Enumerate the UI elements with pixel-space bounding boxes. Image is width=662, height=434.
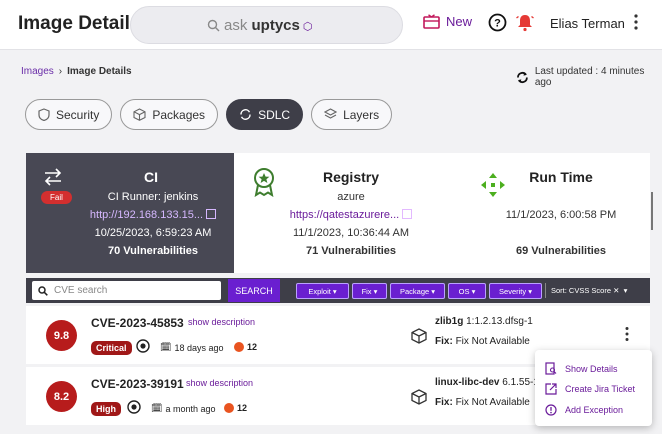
breadcrumb-separator: › xyxy=(58,66,63,77)
show-description-link[interactable]: show description xyxy=(188,317,255,327)
top-bar: Image Details ask uptycs ⬡ New ? Elias T… xyxy=(0,0,662,50)
fix-filter[interactable]: Fix ▾ xyxy=(352,283,387,299)
ci-runner: CI Runner: jenkins xyxy=(107,191,199,203)
runtime-timestamp: 11/1/2023, 6:00:58 PM xyxy=(505,209,617,221)
refresh-icon[interactable] xyxy=(516,71,529,84)
cve-search-input[interactable]: CVE search xyxy=(32,281,221,300)
search-icon xyxy=(207,19,220,32)
tab-security[interactable]: Security xyxy=(25,99,113,130)
alert-icon xyxy=(545,404,557,416)
tab-layers[interactable]: Layers xyxy=(311,99,393,130)
tab-sdlc[interactable]: SDLC xyxy=(226,99,304,130)
registry-timestamp: 11/1/2023, 10:36:44 AM xyxy=(293,227,409,239)
breadcrumb-current: Image Details xyxy=(67,66,132,77)
runtime-panel: Run Time 11/1/2023, 6:00:58 PM 69 Vulner… xyxy=(446,153,646,273)
package-name: zlib1g 1:1.2.13.dfsg-1 xyxy=(435,316,533,327)
exploit-icon xyxy=(136,339,150,353)
registry-provider: azure xyxy=(337,191,365,203)
tab-bar: Security Packages SDLC Layers xyxy=(25,99,393,130)
details-icon xyxy=(545,362,557,375)
exploit-filter[interactable]: Exploit ▾ xyxy=(296,283,349,299)
ci-title: CI xyxy=(144,169,158,185)
search-placeholder: ask uptycs ⬡ xyxy=(224,17,313,34)
package-filter[interactable]: Package ▾ xyxy=(390,283,445,299)
ci-vulnerabilities: 70 Vulnerabilities xyxy=(107,245,199,257)
ci-timestamp: 10/25/2023, 6:59:23 AM xyxy=(94,227,212,239)
page-title: Image Details xyxy=(18,13,141,34)
package-name: linux-libc-dev 6.1.55-1 xyxy=(435,377,539,388)
tab-packages[interactable]: Packages xyxy=(120,99,219,130)
row-menu-icon[interactable] xyxy=(625,326,629,342)
last-updated: Last updated : 4 minutes ago xyxy=(516,66,662,88)
brand-logo-icon: ⬡ xyxy=(299,21,313,33)
registry-title: Registry xyxy=(322,169,380,185)
breadcrumb-images-link[interactable]: Images xyxy=(21,66,54,77)
runtime-vulnerabilities: 69 Vulnerabilities xyxy=(515,245,607,257)
show-description-link[interactable]: show description xyxy=(186,378,253,388)
cvss-score-badge: 9.8 xyxy=(46,320,77,351)
cve-id: CVE-2023-45853 xyxy=(91,316,184,330)
package-icon xyxy=(411,328,427,344)
os-filter[interactable]: OS ▾ xyxy=(448,283,486,299)
new-button[interactable]: New xyxy=(423,14,472,29)
menu-item-add-exception[interactable]: Add Exception xyxy=(545,404,623,416)
ci-panel: CI Fail CI Runner: jenkins http://192.16… xyxy=(26,153,234,273)
sdlc-card: CI Fail CI Runner: jenkins http://192.16… xyxy=(26,153,650,273)
ubuntu-icon xyxy=(224,403,234,413)
bell-icon[interactable] xyxy=(515,12,535,33)
search-button[interactable]: SEARCH xyxy=(228,279,280,302)
registry-url-link[interactable]: https://qatestazurere... xyxy=(266,209,436,221)
menu-item-create-jira[interactable]: Create Jira Ticket xyxy=(545,383,635,395)
ubuntu-icon xyxy=(234,342,244,352)
severity-badge: Critical xyxy=(91,341,132,355)
filter-bar: CVE search SEARCH Exploit ▾ Fix ▾ Packag… xyxy=(26,278,650,303)
ask-search-bar[interactable]: ask uptycs ⬡ xyxy=(130,6,403,44)
age-meta: 🗓 a month ago xyxy=(151,403,216,414)
menu-item-show-details[interactable]: Show Details xyxy=(545,362,618,375)
cvss-score-badge: 8.2 xyxy=(46,381,77,412)
card-scrollbar[interactable] xyxy=(651,192,653,230)
external-link-icon xyxy=(545,383,557,395)
package-icon xyxy=(133,108,146,121)
sort-control[interactable]: Sort: CVSS Score ✕ ▾ xyxy=(551,286,627,295)
package-icon xyxy=(411,389,427,405)
fix-status: Fix: Fix Not Available xyxy=(435,336,530,347)
row-actions-menu: Show Details Create Jira Ticket Add Exce… xyxy=(535,350,652,426)
shield-icon xyxy=(38,108,50,121)
cycle-icon xyxy=(240,109,251,120)
breadcrumb: Images › Image Details xyxy=(21,66,132,77)
count-meta: 12 xyxy=(234,342,257,352)
svg-text:?: ? xyxy=(494,18,501,30)
severity-filter[interactable]: Severity ▾ xyxy=(489,283,542,299)
open-link-icon xyxy=(402,209,413,219)
search-icon xyxy=(38,285,48,296)
cve-id: CVE-2023-39191 xyxy=(91,377,184,391)
calendar-icon: 🗓 xyxy=(151,403,163,413)
runtime-title: Run Time xyxy=(529,169,593,185)
open-link-icon xyxy=(206,209,217,219)
gift-icon xyxy=(423,14,440,29)
divider xyxy=(545,283,546,298)
age-meta: 🗓 18 days ago xyxy=(160,342,224,353)
severity-badge: High xyxy=(91,402,121,416)
user-name[interactable]: Elias Terman xyxy=(550,16,625,31)
fix-status: Fix: Fix Not Available xyxy=(435,397,530,408)
registry-vulnerabilities: 71 Vulnerabilities xyxy=(305,245,397,257)
layers-icon xyxy=(324,108,338,119)
help-icon[interactable]: ? xyxy=(488,13,507,32)
ci-url-link[interactable]: http://192.168.133.15... xyxy=(58,209,248,221)
count-meta: 12 xyxy=(224,403,247,413)
calendar-icon: 🗓 xyxy=(160,342,172,352)
exploit-icon xyxy=(127,400,141,414)
registry-panel: Registry azure https://qatestazurere... … xyxy=(241,153,441,273)
more-options-icon[interactable] xyxy=(634,13,638,31)
